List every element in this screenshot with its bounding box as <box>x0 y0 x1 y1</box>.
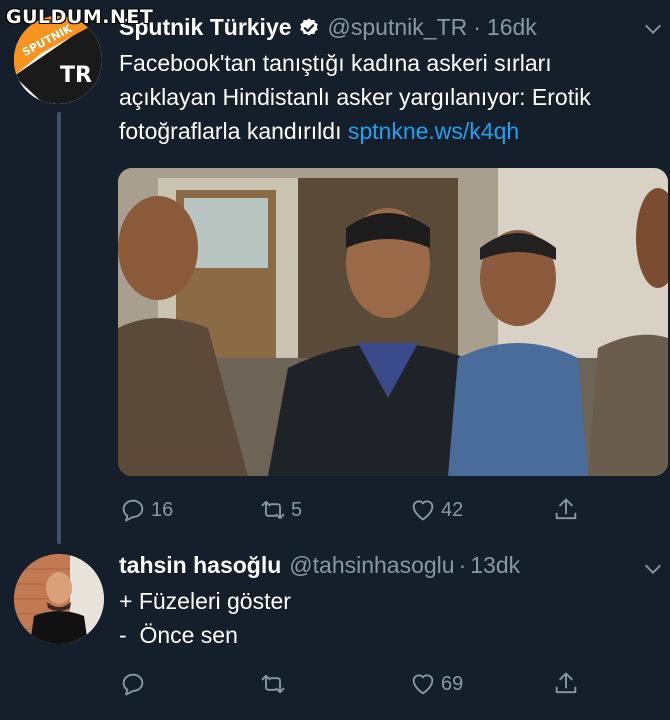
like-count: 42 <box>441 498 464 521</box>
tweet-reply[interactable]: tahsin hasoğlu @tahsinhasoglu · 13dk + F… <box>0 550 670 720</box>
reply-icon <box>122 499 144 522</box>
tweet-actions: 16 5 42 <box>119 496 599 526</box>
like-count: 69 <box>441 672 464 695</box>
site-watermark: GULDUM.NET <box>6 6 154 28</box>
avatar-label-bottom: TR <box>60 63 92 88</box>
tweet-sputnik[interactable]: SPUTNIK TR Sputnik Türkiye @sputnik_TR ·… <box>0 0 670 550</box>
reply-icon <box>122 673 144 696</box>
retweet-icon <box>261 674 285 694</box>
retweet-button[interactable]: 5 <box>259 496 302 524</box>
tweet-header: tahsin hasoğlu @tahsinhasoglu · 13dk <box>119 552 520 579</box>
like-icon <box>412 500 434 521</box>
handle[interactable]: @tahsinhasoglu <box>289 552 454 579</box>
tweet-actions: 69 <box>119 670 599 700</box>
reply-count: 16 <box>151 498 174 521</box>
display-name[interactable]: tahsin hasoğlu <box>119 552 281 579</box>
like-icon <box>412 674 434 695</box>
tweet-header: Sputnik Türkiye @sputnik_TR · 16dk <box>119 14 537 41</box>
photo-image <box>118 168 668 476</box>
handle[interactable]: @sputnik_TR <box>328 14 468 41</box>
tweet-text-fragment: fotoğraflarla kandırıldı <box>119 118 342 144</box>
tweet-text-line: Facebook'tan tanıştığı kadına askeri sır… <box>119 50 552 76</box>
tweet-photo[interactable] <box>118 168 668 476</box>
share-icon <box>555 672 577 694</box>
tweet-text-line: fotoğraflarla kandırıldı sptnkne.ws/k4qh <box>119 114 591 148</box>
tweet-text-line: - Önce sen <box>119 622 238 648</box>
reply-button[interactable]: 16 <box>119 496 173 524</box>
tweet-text: Facebook'tan tanıştığı kadına askeri sır… <box>119 46 591 148</box>
tweet-link[interactable]: sptnkne.ws/k4qh <box>348 118 519 144</box>
caret-down-icon[interactable] <box>642 558 664 580</box>
share-button[interactable] <box>552 670 584 698</box>
separator: · <box>473 14 481 40</box>
thread-line <box>57 112 61 544</box>
tweet-text-line: açıklayan Hindistanlı asker yargılanıyor… <box>119 84 591 110</box>
user-avatar-image <box>14 554 104 644</box>
timestamp[interactable]: 13dk <box>470 552 520 579</box>
reply-button[interactable] <box>119 670 151 698</box>
share-button[interactable] <box>552 496 584 524</box>
retweet-count: 5 <box>291 498 303 521</box>
tweet-text-line: + Füzeleri göster <box>119 588 291 614</box>
timestamp[interactable]: 16dk <box>487 14 537 41</box>
like-button[interactable]: 42 <box>409 496 463 524</box>
caret-down-icon[interactable] <box>642 18 664 40</box>
retweet-icon <box>261 500 285 520</box>
verified-badge-icon <box>299 17 318 36</box>
like-button[interactable]: 69 <box>409 670 463 698</box>
avatar[interactable]: SPUTNIK TR <box>14 16 102 104</box>
separator: · <box>458 552 467 578</box>
share-icon <box>555 498 577 520</box>
tweet-text: + Füzeleri göster - Önce sen <box>119 584 291 652</box>
avatar[interactable] <box>14 554 104 644</box>
retweet-button[interactable] <box>259 670 291 698</box>
